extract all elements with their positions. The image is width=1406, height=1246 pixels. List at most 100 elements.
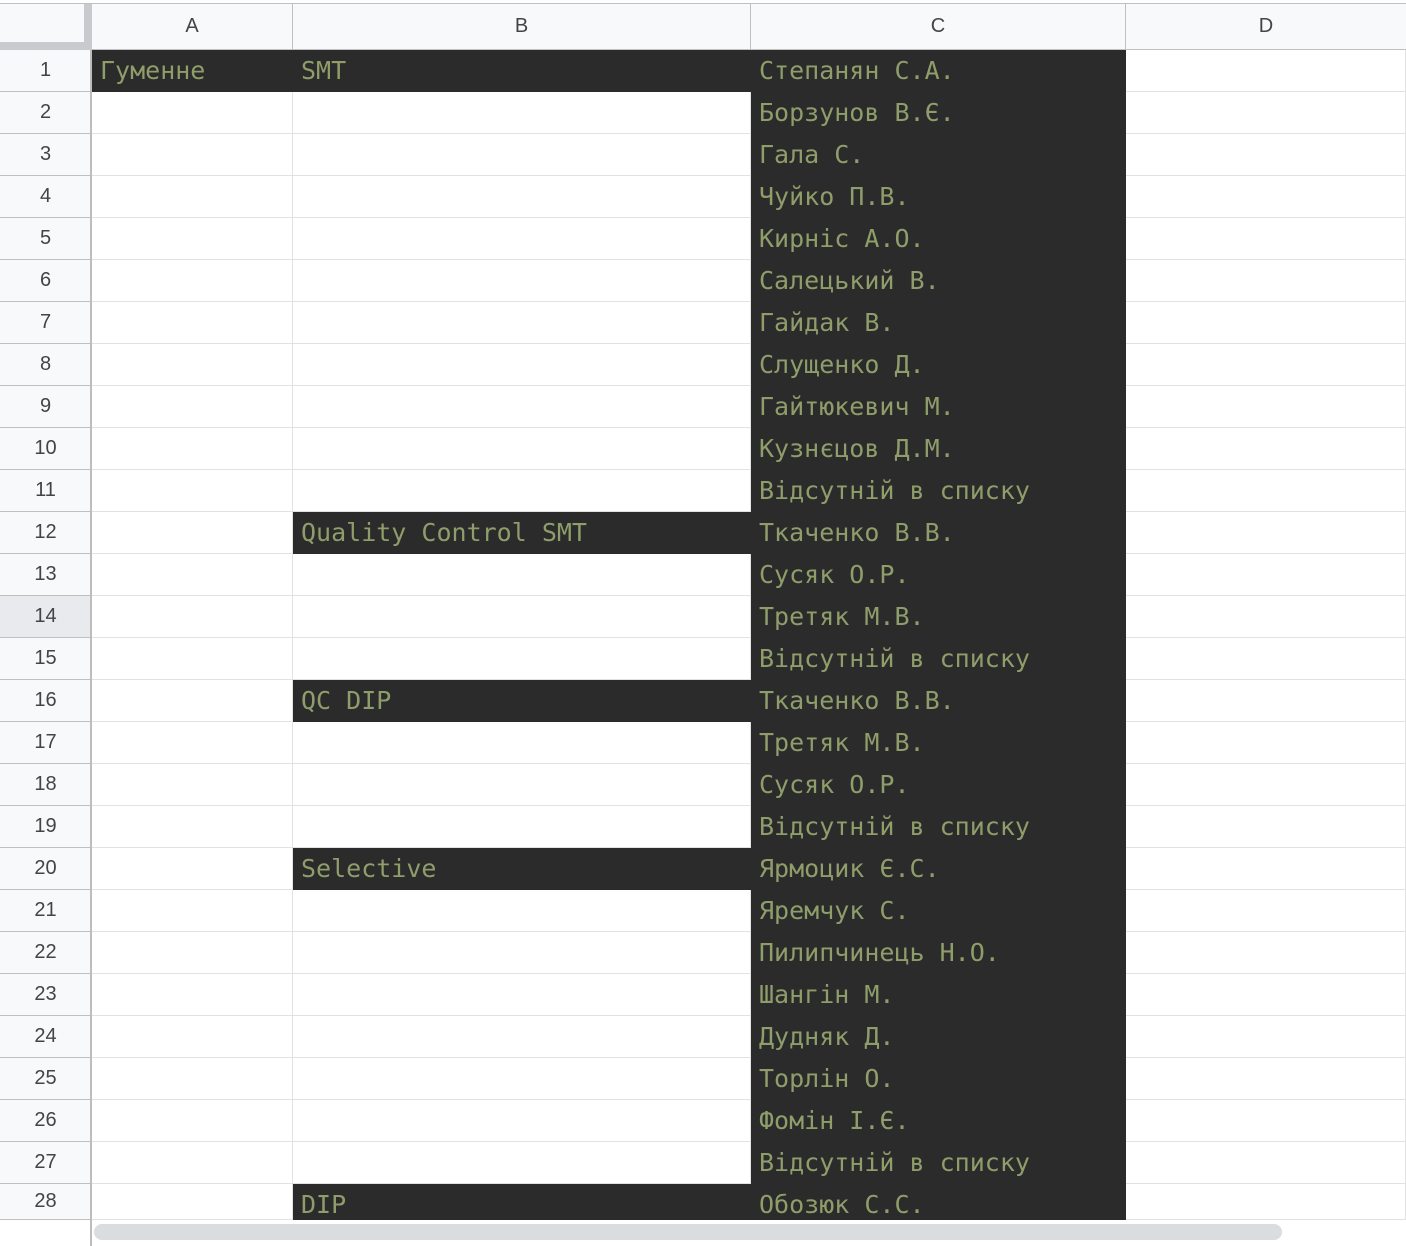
cell-d6[interactable]: [1126, 260, 1406, 302]
cell-b27[interactable]: [293, 1142, 751, 1184]
cell-b20[interactable]: Selective: [293, 848, 751, 890]
cell-b9[interactable]: [293, 386, 751, 428]
row-header-27[interactable]: 27: [0, 1142, 91, 1184]
column-header-a[interactable]: A: [92, 4, 293, 50]
cell-d9[interactable]: [1126, 386, 1406, 428]
cell-d11[interactable]: [1126, 470, 1406, 512]
freeze-handle-horizontal[interactable]: [0, 42, 92, 50]
cell-c23[interactable]: Шангін М.: [751, 974, 1126, 1016]
cell-c14[interactable]: Третяк М.В.: [751, 596, 1126, 638]
cell-d18[interactable]: [1126, 764, 1406, 806]
column-header-b[interactable]: B: [293, 4, 751, 50]
horizontal-scrollbar-thumb[interactable]: [94, 1224, 1282, 1240]
cell-c19[interactable]: Відсутній в списку: [751, 806, 1126, 848]
cell-d2[interactable]: [1126, 92, 1406, 134]
cell-b4[interactable]: [293, 176, 751, 218]
cell-c13[interactable]: Сусяк О.Р.: [751, 554, 1126, 596]
cell-a28[interactable]: [92, 1184, 293, 1220]
row-header-3[interactable]: 3: [0, 134, 91, 176]
row-header-2[interactable]: 2: [0, 92, 91, 134]
row-header-25[interactable]: 25: [0, 1058, 91, 1100]
cell-a20[interactable]: [92, 848, 293, 890]
cell-b3[interactable]: [293, 134, 751, 176]
cell-c21[interactable]: Яремчук С.: [751, 890, 1126, 932]
row-header-11[interactable]: 11: [0, 470, 91, 512]
row-header-6[interactable]: 6: [0, 260, 91, 302]
cell-a23[interactable]: [92, 974, 293, 1016]
row-header-4[interactable]: 4: [0, 176, 91, 218]
cell-a3[interactable]: [92, 134, 293, 176]
cell-a2[interactable]: [92, 92, 293, 134]
cell-b17[interactable]: [293, 722, 751, 764]
column-header-d[interactable]: D: [1126, 4, 1406, 50]
cell-b2[interactable]: [293, 92, 751, 134]
row-header-10[interactable]: 10: [0, 428, 91, 470]
row-header-1[interactable]: 1: [0, 50, 91, 92]
cell-c3[interactable]: Гала С.: [751, 134, 1126, 176]
row-header-28[interactable]: 28: [0, 1184, 91, 1220]
cell-c1[interactable]: Степанян С.А.: [751, 50, 1126, 92]
cell-c5[interactable]: Кирніс А.О.: [751, 218, 1126, 260]
row-header-13[interactable]: 13: [0, 554, 91, 596]
cell-d7[interactable]: [1126, 302, 1406, 344]
cell-b22[interactable]: [293, 932, 751, 974]
cell-c24[interactable]: Дудняк Д.: [751, 1016, 1126, 1058]
cell-a9[interactable]: [92, 386, 293, 428]
cell-c10[interactable]: Кузнєцов Д.М.: [751, 428, 1126, 470]
cell-d27[interactable]: [1126, 1142, 1406, 1184]
cell-a26[interactable]: [92, 1100, 293, 1142]
cell-a11[interactable]: [92, 470, 293, 512]
row-header-18[interactable]: 18: [0, 764, 91, 806]
cell-c17[interactable]: Третяк М.В.: [751, 722, 1126, 764]
row-header-23[interactable]: 23: [0, 974, 91, 1016]
cell-a19[interactable]: [92, 806, 293, 848]
cell-b25[interactable]: [293, 1058, 751, 1100]
cell-a15[interactable]: [92, 638, 293, 680]
cell-d15[interactable]: [1126, 638, 1406, 680]
column-header-c[interactable]: C: [751, 4, 1126, 50]
cell-d20[interactable]: [1126, 848, 1406, 890]
cell-b23[interactable]: [293, 974, 751, 1016]
row-header-14[interactable]: 14: [0, 596, 91, 638]
cell-a21[interactable]: [92, 890, 293, 932]
cell-c28[interactable]: Обозюк С.С.: [751, 1184, 1126, 1220]
cell-d28[interactable]: [1126, 1184, 1406, 1220]
row-header-20[interactable]: 20: [0, 848, 91, 890]
cell-a13[interactable]: [92, 554, 293, 596]
cell-c18[interactable]: Сусяк О.Р.: [751, 764, 1126, 806]
cell-c16[interactable]: Ткаченко В.В.: [751, 680, 1126, 722]
cell-a16[interactable]: [92, 680, 293, 722]
cell-c9[interactable]: Гайтюкевич М.: [751, 386, 1126, 428]
cell-b13[interactable]: [293, 554, 751, 596]
cell-a4[interactable]: [92, 176, 293, 218]
cell-a7[interactable]: [92, 302, 293, 344]
cell-b15[interactable]: [293, 638, 751, 680]
row-header-9[interactable]: 9: [0, 386, 91, 428]
cell-b10[interactable]: [293, 428, 751, 470]
cell-d16[interactable]: [1126, 680, 1406, 722]
row-header-7[interactable]: 7: [0, 302, 91, 344]
cell-c11[interactable]: Відсутній в списку: [751, 470, 1126, 512]
cell-b8[interactable]: [293, 344, 751, 386]
cell-c6[interactable]: Салецький В.: [751, 260, 1126, 302]
row-header-8[interactable]: 8: [0, 344, 91, 386]
cell-a1[interactable]: Гуменне: [92, 50, 293, 92]
cell-d8[interactable]: [1126, 344, 1406, 386]
cell-b6[interactable]: [293, 260, 751, 302]
cell-a27[interactable]: [92, 1142, 293, 1184]
cell-c15[interactable]: Відсутній в списку: [751, 638, 1126, 680]
cell-b16[interactable]: QC DIP: [293, 680, 751, 722]
cell-d4[interactable]: [1126, 176, 1406, 218]
cell-b1[interactable]: SMT: [293, 50, 751, 92]
row-header-22[interactable]: 22: [0, 932, 91, 974]
row-header-15[interactable]: 15: [0, 638, 91, 680]
cell-b12[interactable]: Quality Control SMT: [293, 512, 751, 554]
row-header-26[interactable]: 26: [0, 1100, 91, 1142]
cell-c20[interactable]: Ярмоцик Є.С.: [751, 848, 1126, 890]
cell-c8[interactable]: Слущенко Д.: [751, 344, 1126, 386]
cell-d3[interactable]: [1126, 134, 1406, 176]
cell-d14[interactable]: [1126, 596, 1406, 638]
row-header-17[interactable]: 17: [0, 722, 91, 764]
cell-b28[interactable]: DIP: [293, 1184, 751, 1220]
cell-c22[interactable]: Пилипчинець Н.О.: [751, 932, 1126, 974]
